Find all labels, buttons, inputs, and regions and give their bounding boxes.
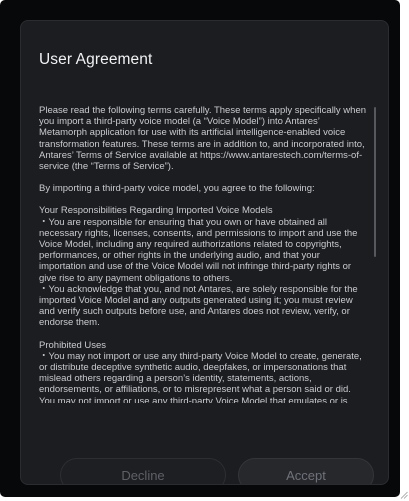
intro-paragraph: Please read the following terms carefull… xyxy=(39,105,367,173)
app-window: User Agreement Please read the following… xyxy=(0,0,400,497)
decline-button[interactable]: Decline xyxy=(60,458,226,484)
scrollbar[interactable] xyxy=(374,105,377,403)
agree-line: By importing a third-party voice model, … xyxy=(39,183,315,195)
prohibited-section: Prohibited Uses ・You may not import or u… xyxy=(39,340,369,403)
responsibilities-bullet-2: ・You acknowledge that you, and not Antar… xyxy=(39,283,358,329)
resize-grip-icon[interactable] xyxy=(400,491,408,499)
responsibilities-heading: Your Responsibilities Regarding Imported… xyxy=(39,205,273,217)
dialog-title: User Agreement xyxy=(39,51,153,68)
responsibilities-section: Your Responsibilities Regarding Imported… xyxy=(39,205,369,328)
scrollbar-thumb[interactable] xyxy=(374,107,376,257)
agreement-text-scroll-area[interactable]: Please read the following terms carefull… xyxy=(39,105,369,403)
user-agreement-dialog: User Agreement Please read the following… xyxy=(20,20,389,485)
responsibilities-bullet-1: ・You are responsible for ensuring that y… xyxy=(39,216,358,284)
prohibited-heading: Prohibited Uses xyxy=(39,339,107,351)
accept-button[interactable]: Accept xyxy=(238,458,374,484)
prohibited-bullet-1: ・You may not import or use any third-par… xyxy=(39,350,362,403)
